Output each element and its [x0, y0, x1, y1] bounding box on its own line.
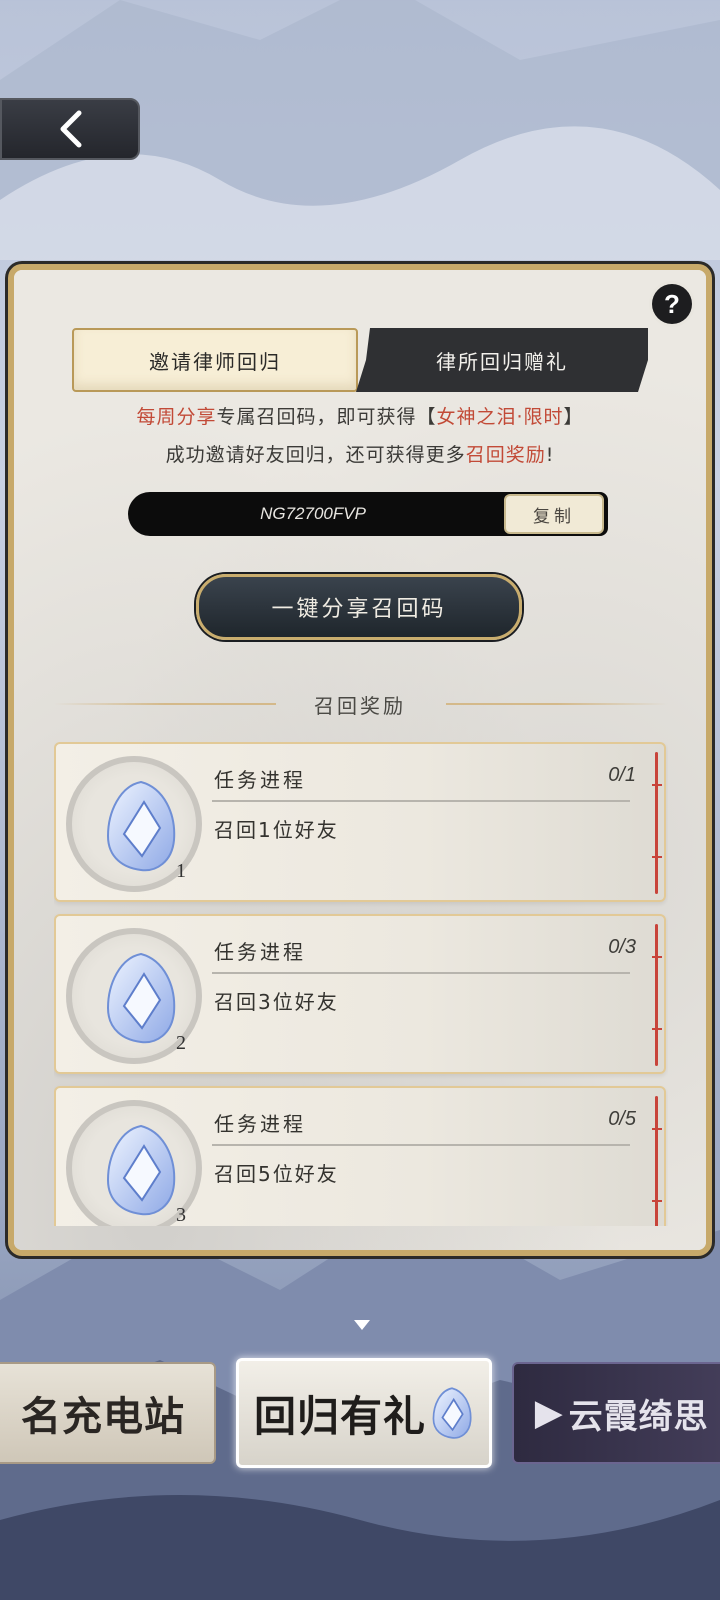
task-progress: 0/1	[608, 764, 636, 786]
selected-indicator	[354, 1320, 370, 1330]
task-description: 召回5位好友	[214, 1162, 339, 1186]
task-description: 召回3位好友	[214, 990, 339, 1014]
banner-charging-station[interactable]: 名充电站	[0, 1362, 216, 1464]
task-description: 召回1位好友	[214, 818, 339, 842]
desc-exclusive-code: 专属召回码，即可获得【	[216, 406, 437, 428]
gem-icon	[106, 952, 176, 1044]
reward-card: 3 任务进程 0/5 召回5位好友	[54, 1086, 666, 1226]
task-label: 任务进程	[214, 768, 306, 792]
desc-exclaim: !	[545, 444, 555, 466]
reward-count: 1	[176, 860, 186, 882]
banner-middle-label: 回归有礼	[253, 1394, 426, 1441]
banner-return-gift[interactable]: 回归有礼	[236, 1358, 492, 1468]
section-header: 召回奖励	[0, 688, 720, 718]
reward-card: 1 任务进程 0/1 召回1位好友	[54, 742, 666, 902]
task-label: 任务进程	[214, 940, 306, 964]
desc-weekly-share: 每周分享	[136, 406, 217, 428]
recall-code-bar: NG72700FVP 复制	[128, 492, 608, 536]
question-icon: ?	[664, 288, 680, 319]
description-line-2: 成功邀请好友回归，还可获得更多召回奖励!	[0, 440, 720, 467]
share-code-button[interactable]: 一键分享召回码	[196, 574, 522, 640]
gem-icon	[432, 1387, 472, 1439]
recall-code-value: NG72700FVP	[260, 504, 366, 523]
copy-button[interactable]: 复制	[504, 494, 604, 534]
tab-bar: 邀请律师回归 律所回归赠礼	[72, 328, 648, 392]
gem-icon	[106, 1124, 176, 1216]
task-progress: 0/5	[608, 1108, 636, 1130]
reward-card: 2 任务进程 0/3 召回3位好友	[54, 914, 666, 1074]
task-label: 任务进程	[214, 1112, 306, 1136]
reward-count: 2	[176, 1032, 186, 1054]
reward-list[interactable]: 1 任务进程 0/1 召回1位好友 2 任务进程 0/3 召回3位好友 3 任务…	[54, 742, 668, 1226]
desc-reward-name: 女神之泪·限时	[436, 406, 564, 428]
description-line-1: 每周分享专属召回码，即可获得【女神之泪·限时】	[0, 402, 720, 429]
gem-icon	[106, 780, 176, 872]
task-progress: 0/3	[608, 936, 636, 958]
banner-right-label: 云霞绮思	[568, 1397, 709, 1436]
desc-invite-text: 成功邀请好友回归，还可获得更多	[165, 444, 466, 466]
desc-recall-reward: 召回奖励	[465, 444, 546, 466]
play-icon: ▶	[535, 1394, 563, 1432]
tab-invite-lawyer[interactable]: 邀请律师回归	[72, 328, 358, 392]
back-button[interactable]	[0, 98, 140, 160]
banner-left-label: 名充电站	[21, 1394, 185, 1439]
help-button[interactable]: ?	[652, 284, 692, 324]
desc-bracket: 】	[563, 406, 584, 428]
reward-count: 3	[176, 1204, 186, 1226]
chevron-left-icon	[60, 110, 82, 148]
tab-return-gift[interactable]: 律所回归赠礼	[356, 328, 648, 392]
banner-cloud-event[interactable]: ▶ 云霞绮思	[512, 1362, 720, 1464]
